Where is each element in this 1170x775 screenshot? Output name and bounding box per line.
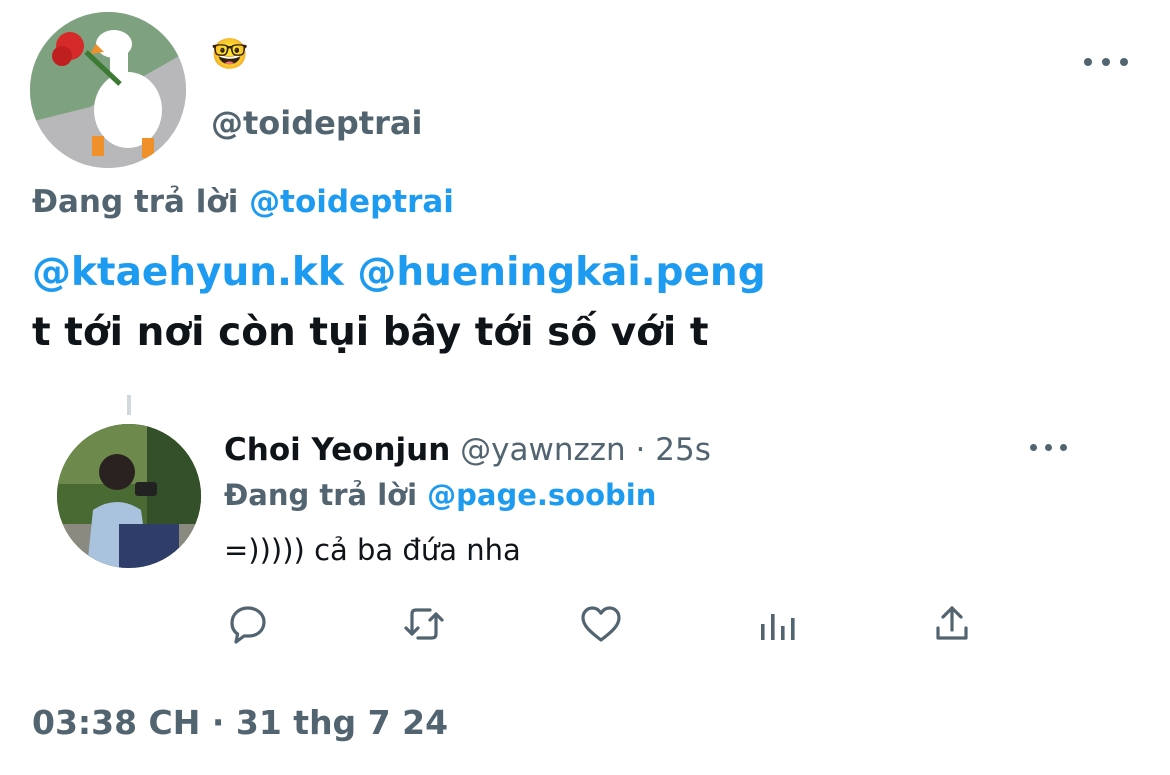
tweet-mentions[interactable]: @ktaehyun.kk @hueningkai.peng bbox=[32, 250, 766, 295]
quoted-author-avatar[interactable] bbox=[57, 424, 201, 568]
goose-avatar-image bbox=[30, 12, 186, 168]
separator: · bbox=[625, 432, 656, 468]
quoted-time[interactable]: 25s bbox=[655, 432, 711, 468]
author-avatar[interactable] bbox=[30, 12, 186, 168]
dot bbox=[1045, 444, 1052, 451]
dot bbox=[1060, 444, 1067, 451]
dot bbox=[1102, 58, 1110, 66]
quoted-handle[interactable]: @yawnzzn bbox=[460, 432, 626, 468]
share-icon[interactable] bbox=[928, 600, 976, 648]
retweet-icon[interactable] bbox=[400, 600, 448, 648]
tweet-timestamp[interactable]: 03:38 CH · 31 thg 7 24 bbox=[32, 703, 448, 742]
analytics-icon[interactable] bbox=[753, 600, 801, 648]
quoted-reply-prefix: Đang trả lời bbox=[224, 478, 418, 512]
quoted-more-options-icon[interactable] bbox=[1030, 438, 1070, 458]
author-display-name[interactable]: 🤓 bbox=[211, 38, 248, 72]
dot bbox=[1030, 444, 1037, 451]
dot bbox=[1120, 58, 1128, 66]
thread-connector bbox=[127, 395, 131, 415]
quoted-display-name[interactable]: Choi Yeonjun bbox=[224, 432, 450, 468]
reply-mention-link[interactable]: @toideptrai bbox=[249, 184, 454, 220]
tweet-text: t tới nơi còn tụi bây tới số với t bbox=[32, 310, 709, 355]
quoted-reply-context: Đang trả lời @page.soobin bbox=[224, 478, 656, 512]
quoted-header: Choi Yeonjun @yawnzzn · 25s bbox=[224, 432, 711, 468]
author-handle[interactable]: @toideptrai bbox=[211, 104, 422, 142]
dot bbox=[1084, 58, 1092, 66]
quoted-text: =))))) cả ba đứa nha bbox=[224, 533, 521, 567]
reply-prefix: Đang trả lời bbox=[32, 184, 239, 220]
reply-icon[interactable] bbox=[224, 600, 272, 648]
like-icon[interactable] bbox=[577, 600, 625, 648]
reply-context: Đang trả lời @toideptrai bbox=[32, 184, 454, 220]
quoted-reply-mention-link[interactable]: @page.soobin bbox=[427, 478, 656, 512]
more-options-icon[interactable] bbox=[1084, 50, 1128, 74]
photo-avatar-image bbox=[57, 424, 201, 568]
